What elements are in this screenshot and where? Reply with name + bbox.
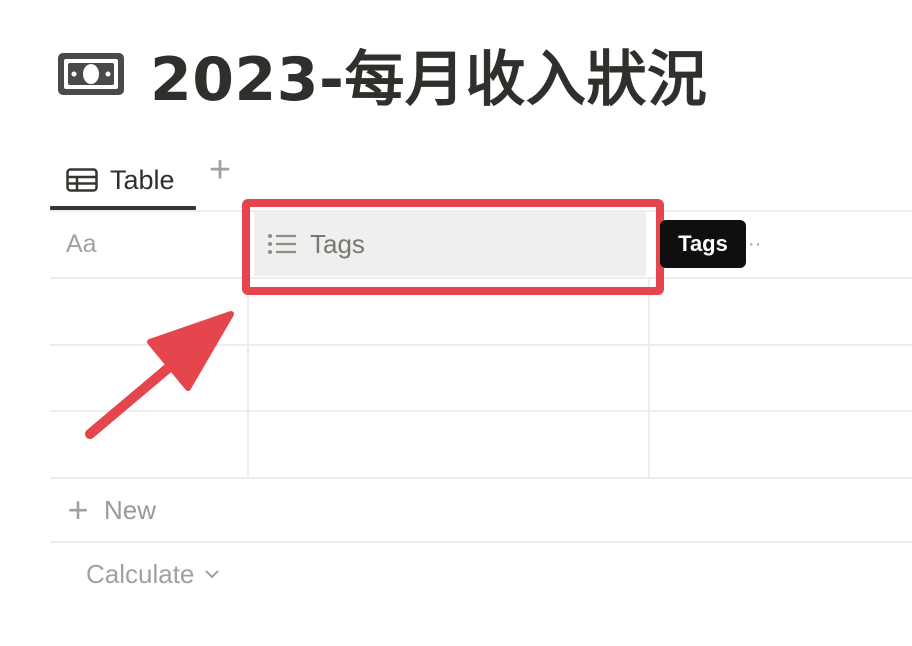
tags-column-header[interactable]: Tags [254,212,646,276]
new-row-divider [50,541,912,543]
table-row[interactable] [50,412,912,477]
row-divider [50,477,912,479]
page-title[interactable]: 2023-每月收入狀況 [150,31,707,118]
tags-column-label: Tags [310,228,365,259]
list-icon [268,234,296,254]
tooltip-text: Tags [678,231,728,256]
add-view-button[interactable]: + [206,151,234,189]
new-row-button[interactable]: + New [64,489,157,530]
calculate-label: Calculate [86,558,195,589]
name-column-header[interactable]: Aa [66,230,97,259]
table-row[interactable] [50,279,912,344]
tab-table-view[interactable]: Table [50,150,196,210]
new-row-label: New [104,494,157,525]
more-options-icon[interactable]: ·· [748,234,761,254]
tooltip: Tags [660,220,746,268]
money-bill-icon[interactable] [58,53,124,95]
calculate-button[interactable]: Calculate [86,554,220,594]
table-row[interactable] [50,346,912,410]
chevron-down-icon [205,570,220,579]
table-icon [66,168,98,192]
plus-icon: + [67,489,89,530]
notion-page: 2023-每月收入狀況 Table + Aa Tags Tags ·· + Ne… [0,0,912,646]
page-header: 2023-每月收入狀況 [58,34,707,115]
tab-table-label: Table [110,164,175,195]
